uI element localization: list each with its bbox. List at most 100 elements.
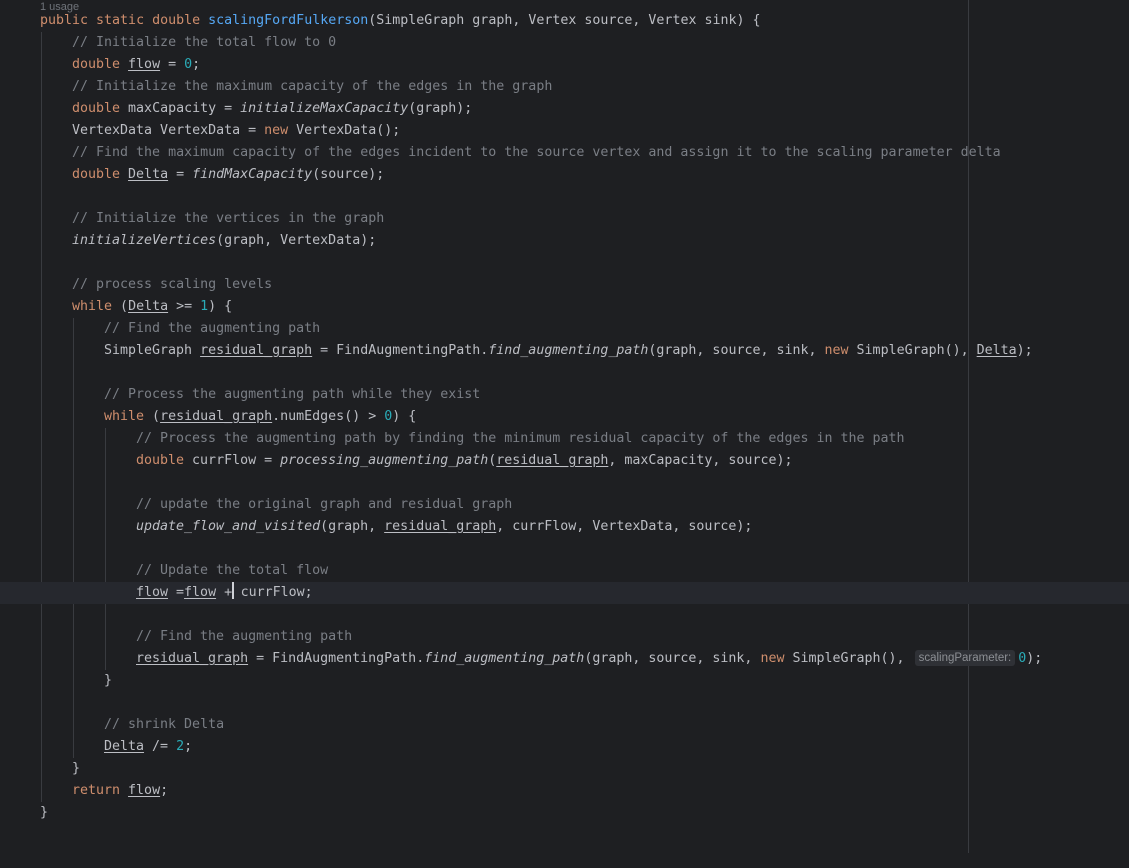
- code-line[interactable]: // Initialize the total flow to 0: [0, 32, 1129, 54]
- code-line[interactable]: }: [0, 670, 1129, 692]
- comment: // process scaling levels: [72, 277, 273, 292]
- code-text: currFlow =: [192, 453, 281, 468]
- number-literal: 0: [184, 57, 193, 72]
- code-line[interactable]: }: [0, 802, 1129, 824]
- comment: // Find the augmenting path: [136, 629, 353, 644]
- code-line[interactable]: while (Delta >= 1) {: [0, 296, 1129, 318]
- code-line[interactable]: Delta /= 2;: [0, 736, 1129, 758]
- keyword: double: [72, 101, 129, 116]
- code-line[interactable]: // Find the maximum capacity of the edge…: [0, 142, 1129, 164]
- keyword: new: [264, 123, 297, 138]
- method-call[interactable]: find_augmenting_path: [488, 343, 648, 358]
- code-line[interactable]: VertexData VertexData = new VertexData()…: [0, 120, 1129, 142]
- closing-brace: }: [40, 805, 49, 820]
- variable[interactable]: flow: [128, 783, 160, 798]
- operator: =: [168, 167, 193, 182]
- code-line[interactable]: 1 usage public static double scalingFord…: [0, 1, 1129, 32]
- keyword: double: [72, 167, 129, 182]
- code-text: .numEdges() >: [272, 409, 385, 424]
- variable[interactable]: Delta: [977, 343, 1017, 358]
- code-line[interactable]: // Initialize the vertices in the graph: [0, 208, 1129, 230]
- code-line[interactable]: // Initialize the maximum capacity of th…: [0, 76, 1129, 98]
- keyword: while: [104, 409, 153, 424]
- method-call[interactable]: processing_augmenting_path: [280, 453, 488, 468]
- method-call[interactable]: initializeMaxCapacity: [240, 101, 408, 116]
- comment: // shrink Delta: [104, 717, 225, 732]
- code-line[interactable]: double Delta = findMaxCapacity(source);: [0, 164, 1129, 186]
- method-name[interactable]: scalingFordFulkerson: [208, 13, 368, 28]
- variable[interactable]: Delta: [104, 739, 144, 754]
- variable[interactable]: residual_graph: [200, 343, 312, 358]
- punctuation: ) {: [208, 299, 233, 314]
- variable[interactable]: residual_graph: [136, 651, 248, 666]
- code-text: (graph, VertexData);: [216, 233, 377, 248]
- keyword: while: [72, 299, 121, 314]
- code-text: (graph);: [408, 101, 473, 116]
- method-call[interactable]: update_flow_and_visited: [136, 519, 320, 534]
- code-line[interactable]: // Find the augmenting path: [0, 626, 1129, 648]
- code-text: , maxCapacity, source);: [608, 453, 793, 468]
- code-line[interactable]: initializeVertices(graph, VertexData);: [0, 230, 1129, 252]
- code-line[interactable]: return flow;: [0, 780, 1129, 802]
- code-text: maxCapacity =: [128, 101, 241, 116]
- code-text: SimpleGraph(),: [856, 343, 977, 358]
- code-text: currFlow;: [232, 585, 313, 600]
- code-text: (graph, source, sink,: [584, 651, 761, 666]
- code-text: (graph,: [320, 519, 385, 534]
- code-line[interactable]: // process scaling levels: [0, 274, 1129, 296]
- variable[interactable]: Delta: [128, 167, 168, 182]
- code-line[interactable]: while (residual_graph.numEdges() > 0) {: [0, 406, 1129, 428]
- code-line[interactable]: // Find the augmenting path: [0, 318, 1129, 340]
- keyword: new: [760, 651, 793, 666]
- code-line[interactable]: SimpleGraph residual_graph = FindAugment…: [0, 340, 1129, 362]
- code-line[interactable]: // update the original graph and residua…: [0, 494, 1129, 516]
- variable[interactable]: residual_graph: [160, 409, 272, 424]
- variable[interactable]: residual_graph: [384, 519, 496, 534]
- code-line[interactable]: // Update the total flow: [0, 560, 1129, 582]
- code-editor[interactable]: 1 usage public static double scalingFord…: [0, 0, 1129, 853]
- code-line[interactable]: // Process the augmenting path while the…: [0, 384, 1129, 406]
- variable[interactable]: flow: [128, 57, 160, 72]
- comment: // Find the maximum capacity of the edge…: [72, 145, 1001, 160]
- code-line[interactable]: // shrink Delta: [0, 714, 1129, 736]
- code-line[interactable]: residual_graph = FindAugmentingPath.find…: [0, 648, 1129, 670]
- code-text: (graph, source, sink,: [648, 343, 825, 358]
- code-text: = FindAugmentingPath.: [248, 651, 425, 666]
- punctuation: ;: [160, 783, 169, 798]
- operator: =: [168, 585, 185, 600]
- current-code-line[interactable]: flow =flow + currFlow;: [0, 582, 1129, 604]
- comment: // Update the total flow: [136, 563, 329, 578]
- code-text: SimpleGraph(),: [792, 651, 913, 666]
- method-call[interactable]: initializeVertices: [72, 233, 216, 248]
- number-literal: 2: [176, 739, 185, 754]
- variable[interactable]: flow: [136, 585, 168, 600]
- code-line[interactable]: }: [0, 758, 1129, 780]
- parameter-name-hint: scalingParameter:: [914, 650, 1016, 666]
- code-text: , currFlow, VertexData, source);: [496, 519, 753, 534]
- code-line[interactable]: // Process the augmenting path by findin…: [0, 428, 1129, 450]
- method-call[interactable]: findMaxCapacity: [192, 167, 312, 182]
- variable[interactable]: flow: [184, 585, 216, 600]
- comment: // Initialize the maximum capacity of th…: [72, 79, 553, 94]
- code-text: VertexData VertexData =: [72, 123, 265, 138]
- operator: =: [160, 57, 185, 72]
- operator: >=: [168, 299, 201, 314]
- closing-brace: }: [104, 673, 113, 688]
- comment: // Initialize the total flow to 0: [72, 35, 337, 50]
- code-line[interactable]: double maxCapacity = initializeMaxCapaci…: [0, 98, 1129, 120]
- variable[interactable]: residual_graph: [496, 453, 608, 468]
- comment: // Find the augmenting path: [104, 321, 321, 336]
- comment: // Initialize the vertices in the graph: [72, 211, 385, 226]
- operator: /=: [144, 739, 177, 754]
- code-line[interactable]: update_flow_and_visited(graph, residual_…: [0, 516, 1129, 538]
- code-line[interactable]: double currFlow = processing_augmenting_…: [0, 450, 1129, 472]
- method-call[interactable]: find_augmenting_path: [424, 651, 584, 666]
- comment: // update the original graph and residua…: [136, 497, 513, 512]
- comment: // Process the augmenting path while the…: [104, 387, 481, 402]
- code-line[interactable]: double flow = 0;: [0, 54, 1129, 76]
- code-text: SimpleGraph: [104, 343, 201, 358]
- keyword: public static double: [40, 13, 209, 28]
- punctuation: );: [1016, 343, 1033, 358]
- variable[interactable]: Delta: [128, 299, 168, 314]
- closing-brace: }: [72, 761, 81, 776]
